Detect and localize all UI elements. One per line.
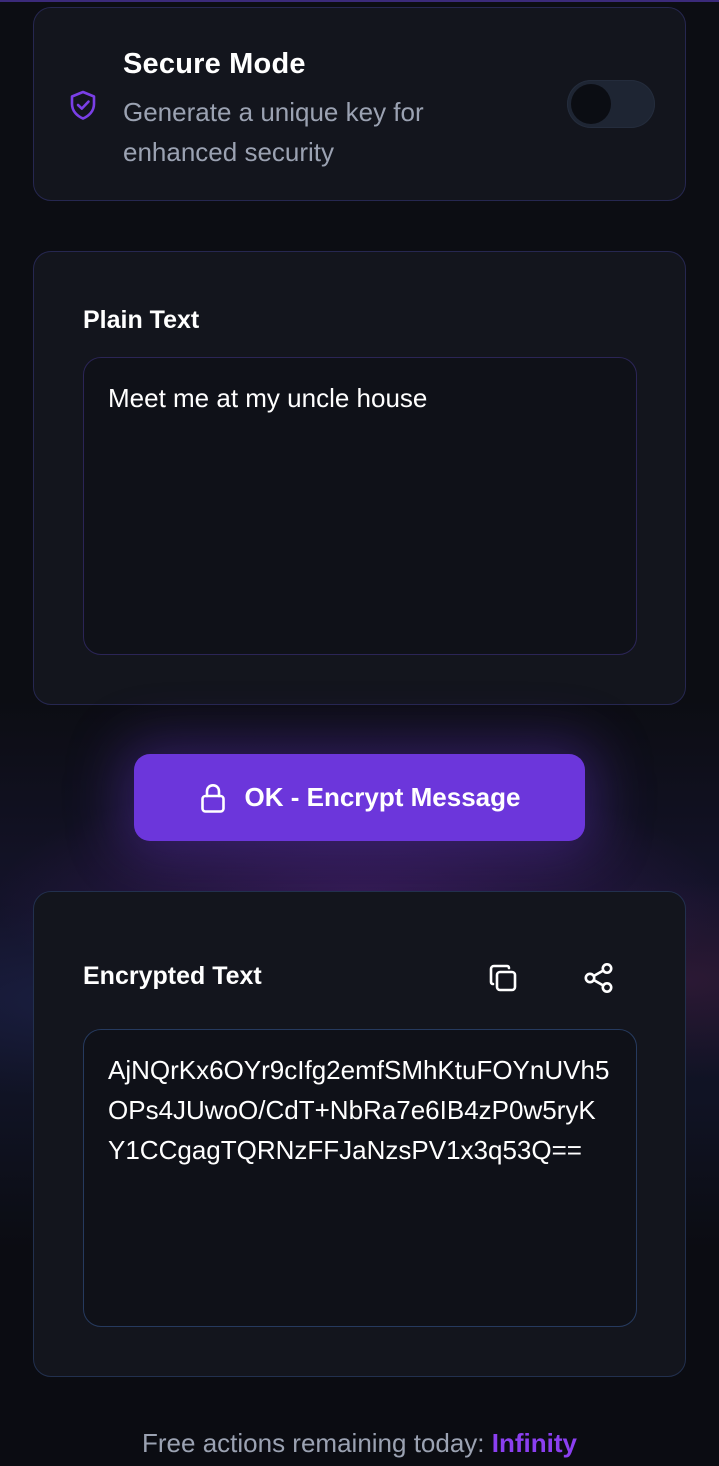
lock-icon bbox=[200, 783, 225, 813]
footer-prefix: Free actions remaining today: bbox=[142, 1428, 492, 1458]
secure-mode-description: Generate a unique key for enhanced secur… bbox=[123, 97, 424, 167]
footer-remaining-value: Infinity bbox=[491, 1428, 577, 1458]
secure-mode-card: Secure Mode Generate a unique key for en… bbox=[33, 7, 686, 201]
plain-text-label: Plain Text bbox=[83, 306, 200, 334]
encrypt-button[interactable]: OK - Encrypt Message bbox=[134, 754, 585, 841]
footer-status: Free actions remaining today: Infinity bbox=[0, 1428, 719, 1459]
shield-check-icon bbox=[69, 90, 97, 120]
share-button[interactable] bbox=[579, 958, 619, 998]
encrypted-text-card: Encrypted Text AjNQrKx6OYr9cIfg2emfSMhKt… bbox=[33, 891, 686, 1377]
page: Secure Mode Generate a unique key for en… bbox=[0, 0, 719, 1466]
top-divider bbox=[0, 0, 719, 2]
copy-button[interactable] bbox=[483, 958, 523, 998]
share-icon bbox=[584, 963, 613, 993]
secure-mode-title: Secure Mode bbox=[123, 48, 306, 80]
encrypted-text-label: Encrypted Text bbox=[83, 962, 262, 990]
secure-mode-toggle[interactable] bbox=[567, 80, 655, 128]
toggle-knob bbox=[571, 84, 611, 124]
copy-icon bbox=[489, 964, 517, 992]
encrypted-text-output[interactable]: AjNQrKx6OYr9cIfg2emfSMhKtuFOYnUVh5OPs4JU… bbox=[83, 1029, 637, 1327]
plain-text-card: Plain Text Meet me at my uncle house bbox=[33, 251, 686, 705]
plain-text-input[interactable]: Meet me at my uncle house bbox=[83, 357, 637, 655]
encrypt-button-label: OK - Encrypt Message bbox=[244, 782, 521, 812]
